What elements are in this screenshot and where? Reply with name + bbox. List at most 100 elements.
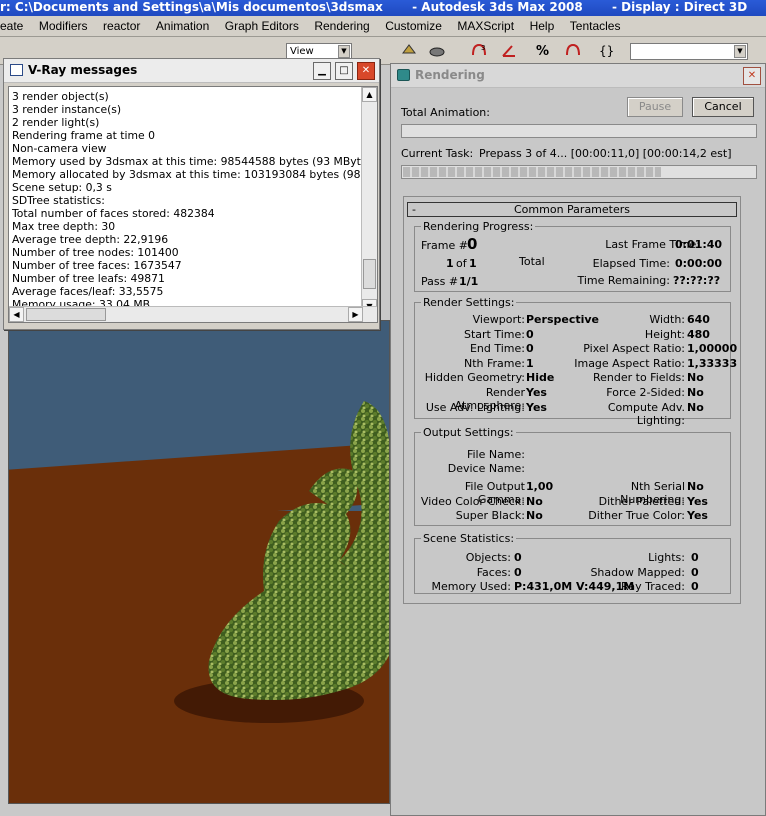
- perspective-viewport[interactable]: [8, 320, 390, 804]
- scroll-thumb[interactable]: [26, 308, 106, 321]
- setting-label: Nth Serial Numbering:: [620, 480, 685, 506]
- faces-label: Faces:: [476, 566, 511, 579]
- pause-button[interactable]: Pause: [627, 97, 683, 117]
- scroll-up-icon[interactable]: ▲: [362, 87, 377, 102]
- svg-text:{}: {}: [599, 44, 614, 58]
- rendering-window-icon: [397, 69, 410, 81]
- setting-value: No: [687, 480, 704, 493]
- svg-text:%: %: [536, 44, 549, 59]
- maximize-button[interactable]: □: [335, 62, 353, 80]
- elapsed-time-value: 0:00:00: [675, 257, 723, 270]
- menu-animation[interactable]: Animation: [150, 16, 215, 33]
- time-remaining-value: ??:??:??: [673, 274, 721, 287]
- scroll-right-icon[interactable]: ▶: [348, 307, 363, 322]
- total-animation-label: Total Animation:: [401, 106, 490, 119]
- log-line: Average tree depth: 22,9196: [12, 233, 169, 246]
- setting-label: Render to Fields:: [592, 371, 685, 385]
- log-line: Number of tree leafs: 49871: [12, 272, 165, 285]
- objects-value: 0: [514, 551, 522, 564]
- output-settings-group: Output Settings: File Name: Device Name:…: [414, 426, 731, 526]
- common-parameters-rollout: - Common Parameters Rendering Progress: …: [403, 196, 741, 604]
- angle-snap-icon[interactable]: [500, 41, 518, 59]
- minimize-button[interactable]: ▁: [313, 62, 331, 80]
- common-parameters-rollout-header[interactable]: - Common Parameters: [407, 202, 737, 217]
- setting-value: 640: [687, 313, 710, 326]
- close-button[interactable]: ✕: [743, 67, 761, 85]
- log-line: Memory allocated by 3dsmax at this time:…: [12, 168, 378, 181]
- render-teapot-icon[interactable]: [428, 41, 446, 59]
- log-line: Average faces/leaf: 33,5575: [12, 285, 164, 298]
- elapsed-time-label: Elapsed Time:: [592, 257, 670, 270]
- ray-traced-value: 0: [691, 580, 699, 593]
- current-task-progress-fill: [403, 167, 662, 177]
- setting-value: Yes: [687, 494, 708, 508]
- setting-label: Video Color Check:: [420, 494, 525, 508]
- rendering-progress-title: Rendering Progress:: [421, 220, 536, 233]
- setting-label: Viewport:: [472, 313, 525, 326]
- log-line: Memory used by 3dsmax at this time: 9854…: [12, 155, 378, 168]
- menu-customize[interactable]: Customize: [379, 16, 448, 33]
- setting-label: Start Time:: [464, 327, 525, 341]
- vertical-scrollbar[interactable]: ▲ ▼: [361, 87, 377, 314]
- scroll-left-icon[interactable]: ◀: [9, 307, 24, 322]
- reference-coordinate-value: View: [290, 46, 314, 57]
- vray-log[interactable]: 3 render object(s) 3 render instance(s) …: [8, 86, 378, 323]
- setting-value: 480: [687, 327, 710, 341]
- app-title: r: C:\Documents and Settings\a\Mis docum…: [0, 0, 748, 14]
- menu-rendering[interactable]: Rendering: [308, 16, 375, 33]
- spinner-snap-icon[interactable]: [564, 41, 582, 59]
- setting-label: Hidden Geometry:: [424, 371, 525, 385]
- horizontal-scrollbar[interactable]: ◀ ▶: [9, 306, 377, 322]
- chevron-down-icon: ▼: [734, 45, 746, 58]
- frame-count-of: of: [456, 257, 467, 270]
- log-line: Number of tree nodes: 101400: [12, 246, 179, 259]
- shadow-mapped-value: 0: [691, 566, 699, 579]
- memory-used-label: Memory Used:: [431, 580, 511, 593]
- menu-create[interactable]: eate: [0, 16, 29, 33]
- last-frame-time-value: 0:01:40: [675, 238, 723, 251]
- menu-modifiers[interactable]: Modifiers: [33, 16, 94, 33]
- menu-help[interactable]: Help: [524, 16, 561, 33]
- close-button[interactable]: ✕: [357, 62, 375, 80]
- render-settings-title: Render Settings:: [421, 296, 517, 309]
- snap-toggle-icon[interactable]: 3: [470, 41, 488, 59]
- percent-snap-icon[interactable]: %: [534, 41, 552, 59]
- menu-graph-editors[interactable]: Graph Editors: [219, 16, 305, 33]
- named-selection-sets-select[interactable]: ▼: [630, 43, 748, 60]
- menu-tentacles[interactable]: Tentacles: [564, 16, 627, 33]
- cancel-button[interactable]: Cancel: [692, 97, 754, 117]
- log-line: Number of tree faces: 1673547: [12, 259, 182, 272]
- current-task-label: Current Task:: [401, 147, 474, 160]
- log-line: 3 render instance(s): [12, 103, 122, 116]
- named-selection-icon[interactable]: {}: [598, 41, 616, 59]
- setting-label: Use Adv. Lighting:: [425, 400, 525, 414]
- current-task-progress: [401, 165, 757, 179]
- output-settings-title: Output Settings:: [421, 426, 516, 439]
- setting-value: No: [687, 400, 704, 414]
- lights-label: Lights:: [648, 551, 685, 564]
- log-line: Scene setup: 0,3 s: [12, 181, 112, 194]
- time-remaining-label: Time Remaining:: [577, 274, 670, 287]
- objects-label: Objects:: [465, 551, 511, 564]
- vray-log-text: 3 render object(s) 3 render instance(s) …: [12, 90, 378, 311]
- rendering-title-bar[interactable]: Rendering ✕: [391, 64, 765, 88]
- log-line: Total number of faces stored: 482384: [12, 207, 215, 220]
- scroll-thumb[interactable]: [363, 259, 376, 289]
- rollout-toggle[interactable]: -: [412, 203, 416, 216]
- rendering-progress-group: Rendering Progress: Frame # 0 1 of 1 Tot…: [414, 220, 731, 292]
- ray-traced-label: Ray Traced:: [620, 580, 685, 593]
- render-settings-right-values: 640 480 1,00000 1,33333 No No No: [687, 313, 737, 415]
- vray-messages-title-bar[interactable]: V-Ray messages ▁ □ ✕: [4, 59, 379, 83]
- menu-bar: eate Modifiers reactor Animation Graph E…: [0, 16, 766, 37]
- log-line: 3 render object(s): [12, 90, 109, 103]
- select-and-link-icon[interactable]: [400, 41, 418, 59]
- log-line: 2 render light(s): [12, 116, 100, 129]
- vray-messages-window: V-Ray messages ▁ □ ✕ 3 render object(s) …: [3, 58, 380, 330]
- frame-value: 0: [467, 235, 478, 253]
- output-right-labels: Nth Serial Numbering: Dither Paletted: D…: [565, 480, 685, 524]
- menu-reactor[interactable]: reactor: [97, 16, 146, 33]
- device-name-label: Device Name:: [447, 462, 525, 475]
- menu-maxscript[interactable]: MAXScript: [451, 16, 520, 33]
- setting-label: Dither True Color:: [588, 509, 685, 523]
- rollout-title: Common Parameters: [514, 203, 630, 216]
